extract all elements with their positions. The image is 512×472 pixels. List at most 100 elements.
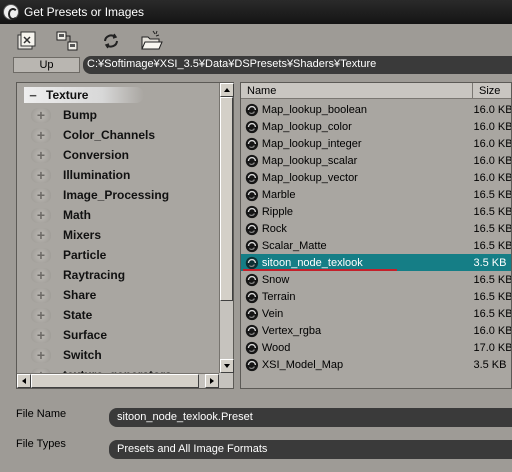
arrow-up-icon: [224, 88, 230, 92]
file-row[interactable]: Vertex_rgba 16.0 KB: [241, 322, 512, 339]
view-mode-button[interactable]: [54, 28, 80, 54]
file-row[interactable]: Ripple 16.5 KB: [241, 203, 511, 220]
tree-item-label: Particle: [63, 248, 107, 262]
file-name: Vein: [261, 307, 284, 320]
tree-item-label: Math: [63, 208, 91, 222]
tree-item-mixers[interactable]: + Mixers: [31, 227, 217, 243]
expand-icon[interactable]: +: [31, 227, 51, 243]
file-name-label: File Name: [16, 408, 67, 420]
collapse-icon[interactable]: −: [26, 88, 40, 103]
expand-icon[interactable]: +: [31, 327, 51, 343]
shader-preset-icon: [245, 358, 259, 371]
path-field[interactable]: C:¥Softimage¥XSI_3.5¥Data¥DSPresets¥Shad…: [83, 56, 512, 74]
file-row[interactable]: Scalar_Matte 16.5 KB: [241, 237, 511, 254]
shader-preset-icon: [245, 222, 259, 235]
shader-preset-icon: [245, 290, 259, 303]
shader-preset-icon: [245, 154, 259, 167]
file-size: 16.5 KB: [473, 273, 512, 286]
scroll-down-button[interactable]: [220, 359, 234, 373]
file-row[interactable]: Map_lookup_color 16.0 KB: [241, 118, 511, 135]
file-types-field[interactable]: Presets and All Image Formats: [109, 440, 512, 459]
tree-item-surface[interactable]: + Surface: [31, 327, 217, 343]
scroll-right-button[interactable]: [205, 374, 219, 388]
file-size: 16.5 KB: [473, 307, 512, 320]
file-name: Scalar_Matte: [261, 239, 327, 252]
expand-icon[interactable]: +: [31, 147, 51, 163]
shader-preset-icon: [245, 205, 259, 218]
file-name: Terrain: [261, 290, 296, 303]
file-size: 16.0 KB: [473, 324, 512, 337]
new-folder-icon: [17, 31, 36, 50]
file-row[interactable]: Map_lookup_scalar 16.0 KB: [241, 152, 511, 169]
tree-root-label: Texture: [46, 88, 89, 102]
scroll-thumb[interactable]: [220, 97, 233, 301]
title-bar: Get Presets or Images: [0, 0, 512, 24]
tree-item-label: Surface: [63, 328, 108, 342]
tree-item-illumination[interactable]: + Illumination: [31, 167, 217, 183]
column-header-name[interactable]: Name: [241, 83, 473, 99]
file-size: 3.5 KB: [473, 358, 507, 371]
file-row[interactable]: Vein 16.5 KB: [241, 305, 512, 322]
file-row[interactable]: Wood 17.0 KB: [241, 339, 512, 356]
tree-item-raytracing[interactable]: + Raytracing: [31, 267, 217, 283]
expand-icon[interactable]: +: [31, 127, 51, 143]
tree-root-texture[interactable]: − Texture: [24, 87, 144, 103]
open-folder-button[interactable]: [138, 28, 164, 54]
tree-item-label: Conversion: [63, 148, 130, 162]
file-name-field[interactable]: sitoon_node_texlook.Preset: [109, 408, 512, 427]
tree-list: − Texture + Bump + Color_Channels + Convers…: [17, 83, 220, 373]
shader-preset-icon: [245, 324, 259, 337]
file-name: Rock: [261, 222, 287, 235]
toolbar: [0, 24, 512, 58]
scroll-left-button[interactable]: [17, 374, 31, 388]
file-types-label: File Types: [16, 438, 66, 450]
file-row[interactable]: Map_lookup_boolean 16.0 KB: [241, 101, 511, 118]
window-title: Get Presets or Images: [24, 5, 145, 19]
file-size: 16.5 KB: [473, 290, 512, 303]
expand-icon[interactable]: +: [31, 267, 51, 283]
expand-icon[interactable]: +: [31, 287, 51, 303]
file-row[interactable]: Terrain 16.5 KB: [241, 288, 512, 305]
new-folder-button[interactable]: [14, 28, 40, 54]
file-row[interactable]: Snow 16.5 KB: [241, 271, 512, 288]
tree-item-label: Switch: [63, 348, 102, 362]
expand-icon[interactable]: +: [31, 307, 51, 323]
file-row[interactable]: XSI_Model_Map 3.5 KB: [241, 356, 511, 373]
selection-underline: [243, 269, 397, 271]
tree-item-particle[interactable]: + Particle: [31, 247, 217, 263]
scroll-thumb-horizontal[interactable]: [31, 374, 199, 388]
tree-item-state[interactable]: + State: [31, 307, 217, 323]
tree-item-bump[interactable]: + Bump: [31, 107, 217, 123]
file-row[interactable]: Map_lookup_integer 16.0 KB: [241, 135, 511, 152]
expand-icon[interactable]: +: [31, 207, 51, 223]
open-folder-icon: [141, 30, 163, 50]
file-row[interactable]: Marble 16.5 KB: [241, 186, 511, 203]
tree-item-switch[interactable]: + Switch: [31, 347, 217, 363]
expand-icon[interactable]: +: [31, 347, 51, 363]
up-button[interactable]: Up: [13, 57, 80, 73]
tree-vertical-scrollbar[interactable]: [219, 83, 234, 373]
tree-item-math[interactable]: + Math: [31, 207, 217, 223]
file-name: Ripple: [261, 205, 294, 218]
category-tree: − Texture + Bump + Color_Channels + Convers…: [16, 82, 234, 389]
tree-item-conversion[interactable]: + Conversion: [31, 147, 217, 163]
tree-item-label: Share: [63, 288, 97, 302]
tree-item-image-processing[interactable]: + Image_Processing: [31, 187, 217, 203]
file-name: Marble: [261, 188, 296, 201]
tree-item-label: Bump: [63, 108, 97, 122]
shader-preset-icon: [245, 273, 259, 286]
expand-icon[interactable]: +: [31, 107, 51, 123]
file-size: 17.0 KB: [473, 341, 512, 354]
tree-item-color-channels[interactable]: + Color_Channels: [31, 127, 217, 143]
tree-item-share[interactable]: + Share: [31, 287, 217, 303]
scroll-up-button[interactable]: [220, 83, 234, 97]
file-row[interactable]: Map_lookup_vector 16.0 KB: [241, 169, 511, 186]
shader-preset-icon: [245, 239, 259, 252]
tree-horizontal-scrollbar[interactable]: [17, 373, 220, 388]
file-row[interactable]: Rock 16.5 KB: [241, 220, 511, 237]
column-header-size[interactable]: Size: [473, 83, 511, 99]
expand-icon[interactable]: +: [31, 167, 51, 183]
expand-icon[interactable]: +: [31, 247, 51, 263]
expand-icon[interactable]: +: [31, 187, 51, 203]
refresh-button[interactable]: [98, 28, 124, 54]
